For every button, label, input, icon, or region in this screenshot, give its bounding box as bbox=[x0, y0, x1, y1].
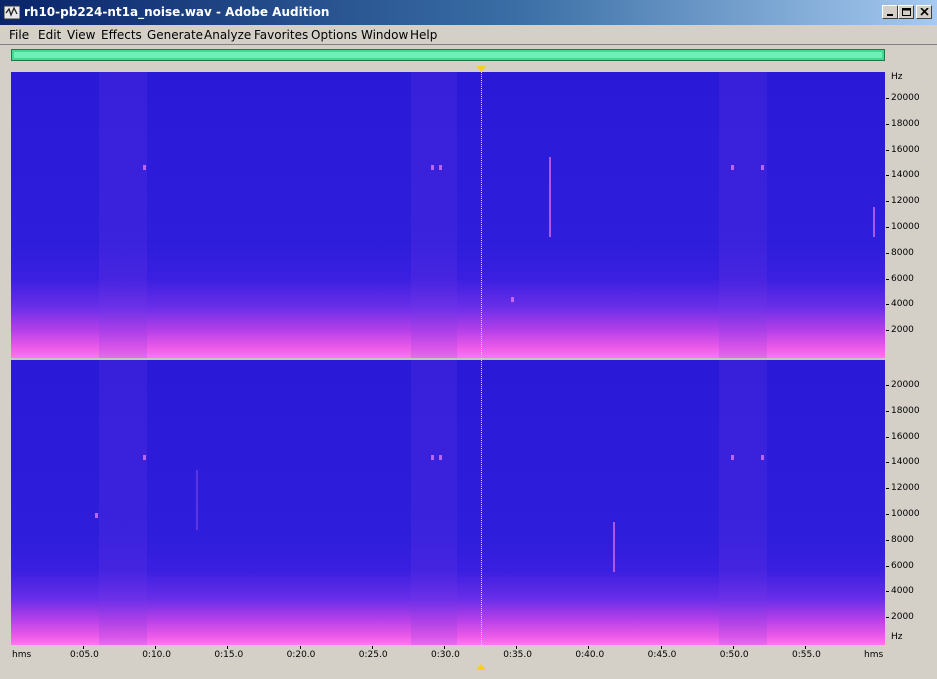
audition-icon[interactable] bbox=[4, 5, 20, 20]
minimize-button[interactable] bbox=[882, 5, 898, 19]
frequency-tick bbox=[886, 385, 889, 386]
time-tick-label: 0:45.0 bbox=[647, 650, 677, 660]
time-tick-label: 0:50.0 bbox=[719, 650, 749, 660]
overview-range-bar[interactable] bbox=[11, 49, 885, 61]
menu-view[interactable]: View bbox=[67, 28, 95, 42]
close-button[interactable] bbox=[916, 5, 932, 19]
time-tick bbox=[660, 646, 662, 649]
menu-favorites[interactable]: Favorites bbox=[254, 28, 308, 42]
time-tick bbox=[516, 646, 518, 649]
frequency-tick bbox=[886, 410, 889, 412]
menu-separator bbox=[0, 44, 937, 45]
frequency-tick bbox=[886, 591, 889, 593]
frequency-tick-label: 6000 bbox=[891, 273, 914, 284]
time-tick bbox=[805, 646, 806, 649]
menu-window[interactable]: Window bbox=[361, 28, 408, 42]
frequency-tick-label: 20000 bbox=[891, 93, 920, 103]
frequency-tick bbox=[886, 304, 889, 306]
menu-generate[interactable]: Generate bbox=[147, 28, 203, 42]
frequency-tick bbox=[886, 617, 889, 619]
time-tick-label: 0:05.0 bbox=[70, 650, 99, 660]
time-format-label-end: hms bbox=[864, 650, 884, 660]
spectral-view-left-channel[interactable] bbox=[11, 72, 885, 359]
frequency-tick-label: 10000 bbox=[891, 222, 920, 232]
playhead-line bbox=[481, 72, 482, 645]
frequency-tick-label: 12000 bbox=[891, 196, 920, 207]
title-bar: rh10-pb224-nt1a_noise.wav - Adobe Auditi… bbox=[0, 0, 937, 25]
time-format-label-start: hms bbox=[12, 650, 32, 660]
frequency-tick-label: 4000 bbox=[891, 586, 914, 597]
frequency-tick bbox=[886, 149, 889, 151]
playhead-marker-bottom[interactable] bbox=[476, 664, 486, 670]
frequency-tick-label: 10000 bbox=[891, 509, 920, 519]
frequency-ruler-bottom: Hz 20000 18000 16000 14000 12000 10000 8000 600… bbox=[886, 360, 926, 645]
frequency-tick bbox=[886, 227, 889, 228]
time-tick-label: 0:10.0 bbox=[142, 650, 171, 660]
time-ruler[interactable]: hms hms 0:05.0 0:10.0 0:15.0 0:20.0 0:25.0 0:… bbox=[11, 646, 885, 664]
spectral-view-right-channel[interactable] bbox=[11, 360, 885, 645]
frequency-tick bbox=[886, 514, 889, 515]
time-tick-label: 0:55.0 bbox=[792, 650, 821, 660]
menu-options[interactable]: Options bbox=[311, 28, 357, 42]
time-tick bbox=[155, 646, 157, 649]
time-tick-label: 0:15.0 bbox=[214, 650, 244, 660]
frequency-tick bbox=[886, 252, 889, 254]
window-title: rh10-pb224-nt1a_noise.wav - Adobe Auditi… bbox=[24, 5, 330, 19]
time-tick-label: 0:20.0 bbox=[286, 650, 316, 660]
time-tick-label: 0:25.0 bbox=[358, 650, 388, 660]
time-tick bbox=[83, 646, 84, 649]
time-tick-label: 0:40.0 bbox=[575, 650, 605, 660]
frequency-tick bbox=[886, 278, 889, 280]
time-tick bbox=[444, 646, 445, 649]
frequency-tick bbox=[886, 175, 889, 177]
close-icon bbox=[920, 8, 929, 16]
frequency-tick bbox=[886, 565, 889, 567]
frequency-tick-label: 18000 bbox=[891, 118, 920, 129]
maximize-icon bbox=[902, 8, 911, 16]
frequency-tick bbox=[886, 539, 889, 541]
frequency-ruler-top: Hz 20000 18000 16000 14000 12000 10000 8000 600… bbox=[886, 72, 926, 359]
frequency-tick-label: 8000 bbox=[891, 534, 914, 545]
menu-analyze[interactable]: Analyze bbox=[204, 28, 251, 42]
frequency-tick bbox=[886, 330, 889, 332]
time-tick bbox=[371, 646, 373, 649]
minimize-icon bbox=[887, 14, 893, 16]
frequency-tick bbox=[886, 123, 889, 125]
frequency-unit-label: Hz bbox=[891, 632, 903, 642]
frequency-tick bbox=[886, 488, 889, 490]
frequency-tick-label: 12000 bbox=[891, 483, 920, 494]
menu-edit[interactable]: Edit bbox=[38, 28, 61, 42]
time-tick bbox=[299, 646, 301, 649]
time-tick bbox=[227, 646, 229, 649]
menu-bar: File Edit View Effects Generate Analyze Favori… bbox=[0, 25, 937, 44]
frequency-tick-label: 16000 bbox=[891, 144, 920, 155]
vertical-scroll-area bbox=[928, 49, 937, 665]
frequency-tick-label: 20000 bbox=[891, 380, 920, 390]
frequency-tick-label: 6000 bbox=[891, 560, 914, 571]
frequency-tick-label: 4000 bbox=[891, 299, 914, 310]
frequency-tick-label: 2000 bbox=[891, 612, 914, 623]
maximize-button[interactable] bbox=[898, 5, 914, 19]
time-tick-label: 0:30.0 bbox=[431, 650, 460, 660]
frequency-tick bbox=[886, 436, 889, 438]
time-tick bbox=[732, 646, 734, 649]
frequency-tick bbox=[886, 462, 889, 464]
time-tick bbox=[588, 646, 590, 649]
frequency-tick bbox=[886, 201, 889, 203]
frequency-tick-label: 2000 bbox=[891, 325, 914, 336]
frequency-tick-label: 18000 bbox=[891, 405, 920, 416]
frequency-tick-label: 8000 bbox=[891, 247, 914, 258]
time-tick-label: 0:35.0 bbox=[503, 650, 532, 660]
frequency-tick-label: 14000 bbox=[891, 457, 920, 468]
frequency-unit-label: Hz bbox=[891, 72, 903, 82]
frequency-tick bbox=[886, 98, 889, 99]
menu-effects[interactable]: Effects bbox=[101, 28, 142, 42]
frequency-tick-label: 16000 bbox=[891, 431, 920, 442]
menu-file[interactable]: File bbox=[9, 28, 29, 42]
menu-help[interactable]: Help bbox=[410, 28, 437, 42]
frequency-tick-label: 14000 bbox=[891, 170, 920, 181]
